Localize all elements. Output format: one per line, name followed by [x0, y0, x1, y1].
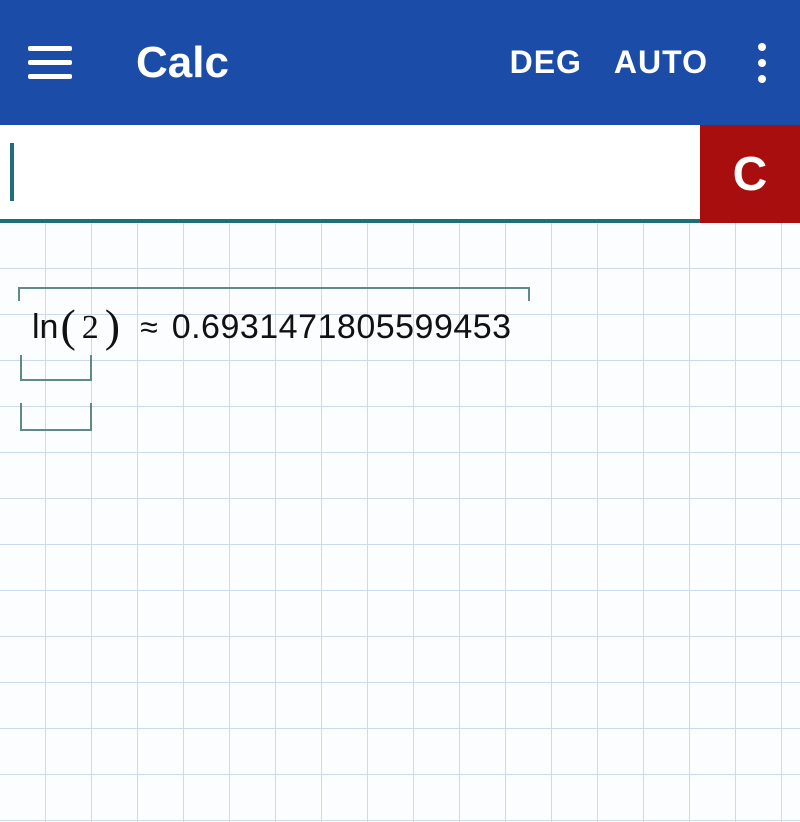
text-cursor — [10, 143, 14, 201]
open-paren: ( — [58, 299, 77, 352]
cursor-bracket-icon — [20, 403, 92, 431]
input-row: C — [0, 125, 800, 223]
precision-mode-button[interactable]: AUTO — [598, 36, 724, 89]
result-value: 0.6931471805599453 — [172, 308, 512, 347]
expression-input[interactable] — [0, 125, 700, 223]
result-function: ln — [32, 308, 58, 347]
result-area[interactable]: ln ( 2 ) ≈ 0.6931471805599453 — [0, 223, 800, 822]
approx-symbol: ≈ — [122, 309, 172, 346]
app-bar: Calc DEG AUTO — [0, 0, 800, 125]
cursor-bracket-icon — [20, 355, 92, 381]
overflow-menu-icon[interactable] — [742, 39, 782, 87]
angle-mode-button[interactable]: DEG — [494, 36, 598, 89]
result-expression: ln ( 2 ) ≈ 0.6931471805599453 — [18, 287, 530, 366]
clear-button[interactable]: C — [700, 125, 800, 223]
result-argument: 2 — [78, 309, 103, 347]
close-paren: ) — [103, 299, 122, 352]
menu-icon[interactable] — [28, 39, 76, 87]
app-title: Calc — [136, 38, 229, 88]
